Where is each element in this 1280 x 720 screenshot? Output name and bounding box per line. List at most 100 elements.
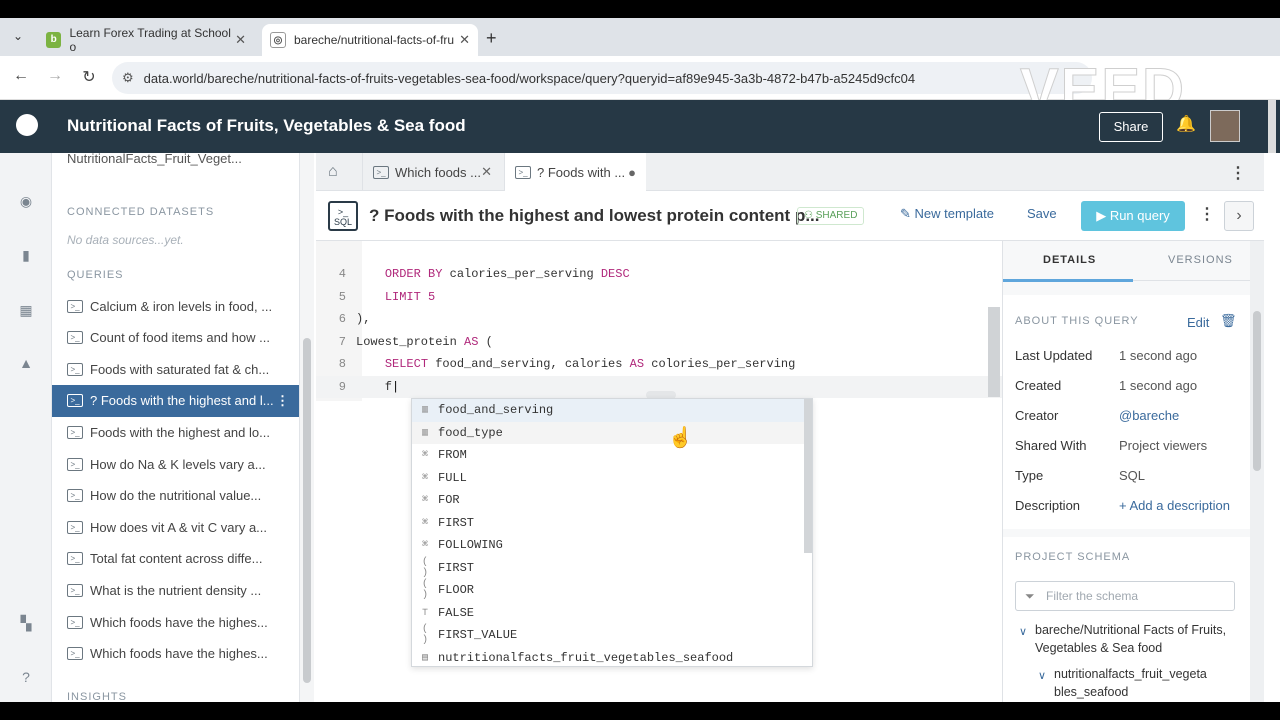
sidebar-query-item[interactable]: >_ Foods with the highest and lo... (52, 416, 299, 448)
sidebar-query-item[interactable]: >_ Which foods have the highes... (52, 638, 299, 670)
avatar[interactable] (1210, 110, 1240, 142)
scrollbar-thumb[interactable] (303, 338, 311, 683)
autocomplete-option[interactable]: ⌘ FOR (412, 489, 804, 512)
property-key: Creator (1015, 408, 1059, 423)
schema-root-dataset[interactable]: ∨ bareche/Nutritional Facts of Fruits, Ve… (1019, 621, 1226, 657)
forward-arrow-icon[interactable]: → (44, 67, 66, 85)
sidebar-scrollbar[interactable] (300, 153, 314, 702)
page-scrollbar[interactable] (1268, 100, 1276, 153)
option-label: FROM (438, 448, 467, 463)
more-options-icon[interactable]: ⋮ (1230, 163, 1246, 183)
browser-tab-dataworld[interactable]: ◎ bareche/nutritional-facts-of-fru ✕ (262, 24, 478, 56)
apps-icon[interactable]: ▚ (18, 615, 34, 631)
query-icon: >_ (67, 425, 83, 439)
schema-filter-input[interactable]: ⏷ Filter the schema (1015, 581, 1235, 611)
sidebar-query-item[interactable]: >_ How does vit A & vit C vary a... (52, 511, 299, 543)
run-query-button[interactable]: ▶ Run query (1081, 201, 1185, 231)
autocomplete-scrollbar[interactable] (804, 399, 812, 553)
code-line[interactable]: 5 LIMIT 5 (316, 286, 1002, 308)
query-options-icon[interactable]: ⋮ (276, 393, 289, 409)
more-options-icon[interactable]: ⋮ (1199, 204, 1215, 224)
sidebar-query-item[interactable]: >_ ? Foods with the highest and l... ⋮ (52, 384, 299, 417)
tab-details[interactable]: DETAILS (1043, 254, 1096, 266)
back-arrow-icon[interactable]: ← (10, 67, 32, 85)
scrollbar-thumb[interactable] (1253, 311, 1261, 471)
save-button[interactable]: Save (1027, 206, 1057, 221)
sidebar-query-item[interactable]: >_ How do the nutritional value... (52, 480, 299, 512)
share-button[interactable]: Share (1099, 112, 1163, 142)
property-value[interactable]: @bareche (1119, 408, 1179, 423)
sidebar-query-item[interactable]: >_ How do Na & K levels vary a... (52, 448, 299, 480)
text-caret: | (392, 379, 400, 394)
project-title[interactable]: Nutritional Facts of Fruits, Vegetables … (67, 116, 466, 136)
autocomplete-option[interactable]: ( ) FIRST (412, 557, 804, 580)
close-icon[interactable]: ✕ (481, 164, 492, 180)
close-tab-icon[interactable]: ✕ (235, 32, 246, 48)
autocomplete-option[interactable]: ⊤ FALSE (412, 602, 804, 625)
no-data-sources-text: No data sources...yet. (67, 233, 184, 247)
editor-tab-which-foods[interactable]: >_ Which foods ... ✕ (362, 153, 502, 191)
trash-icon[interactable]: 🗑 (1220, 313, 1237, 329)
dataworld-owl-logo-icon[interactable] (16, 114, 38, 136)
home-icon[interactable]: ⌂ (328, 163, 338, 181)
sidebar-query-item[interactable]: >_ Foods with saturated fat & ch... (52, 353, 299, 385)
autocomplete-dropdown[interactable]: ▥ food_and_serving ▥ food_type ⌘ FROM ⌘ FULL ⌘ FO… (411, 398, 813, 667)
help-icon[interactable]: ? (18, 669, 34, 685)
close-tab-icon[interactable]: ✕ (459, 32, 470, 48)
sidebar-query-item[interactable]: >_ Which foods have the highes... (52, 606, 299, 638)
reload-icon[interactable]: ↻ (78, 67, 100, 87)
browser-tab-forex[interactable]: b Learn Forex Trading at School o ✕ (38, 24, 254, 56)
tab-search-chevron-icon[interactable]: ⌄ (8, 26, 28, 46)
chevron-down-icon[interactable]: ∨ (1019, 623, 1027, 641)
add-description-link[interactable]: + Add a description (1119, 498, 1230, 513)
autocomplete-option[interactable]: ▥ food_type (412, 421, 804, 444)
code-line[interactable]: 6), (316, 308, 1002, 330)
browser-tab-label: Learn Forex Trading at School o (69, 26, 231, 54)
expand-panel-chevron-icon[interactable]: › (1224, 201, 1254, 231)
code-line[interactable]: 4 ORDER BY calories_per_serving DESC (316, 263, 1002, 285)
autocomplete-option[interactable]: ⌘ FIRST (412, 512, 804, 535)
option-label: food_type (438, 425, 503, 440)
new-template-button[interactable]: ✎ New template (900, 206, 994, 222)
query-icon: >_ (67, 552, 83, 566)
panel-scrollbar[interactable] (1250, 241, 1264, 702)
query-icon: >_ (67, 331, 83, 345)
edit-button[interactable]: Edit (1187, 315, 1209, 330)
query-label: Count of food items and how ... (90, 330, 270, 346)
chevron-down-icon[interactable]: ∨ (1038, 667, 1046, 685)
autocomplete-option[interactable]: ( ) FIRST_VALUE (412, 624, 804, 647)
compass-icon[interactable]: ◉ (18, 193, 34, 209)
sidebar-query-item[interactable]: >_ Calcium & iron levels in food, ... (52, 290, 299, 322)
code-line[interactable]: 7 Lowest_protein AS ( (316, 331, 1002, 353)
line-number: 6 (338, 312, 346, 326)
sidebar-file-item[interactable]: NutritionalFacts_Fruit_Veget... (67, 153, 242, 166)
autocomplete-option[interactable]: ⌘ FOLLOWING (412, 534, 804, 557)
autocomplete-option[interactable]: ▥ food_and_serving (412, 399, 804, 422)
bell-icon[interactable]: 🔔 (1176, 114, 1196, 134)
unsaved-dot-icon[interactable]: ● (628, 165, 636, 180)
sidebar-query-item[interactable]: >_ Count of food items and how ... (52, 322, 299, 354)
bookmark-icon[interactable]: ▮ (18, 247, 34, 263)
query-label: How do Na & K levels vary a... (90, 456, 266, 472)
sidebar-query-item[interactable]: >_ What is the nutrient density ... (52, 574, 299, 606)
sidebar-query-item[interactable]: >_ Total fat content across diffe... (52, 543, 299, 575)
sql-keyword: AS (629, 357, 645, 371)
tab-versions[interactable]: VERSIONS (1168, 254, 1233, 266)
autocomplete-option[interactable]: ▤ nutritionalfacts_fruit_vegetables_seafo… (412, 647, 804, 670)
notification-bell-icon[interactable]: ▲ (18, 355, 34, 371)
url-field[interactable]: ⚙ data.world/bareche/nutritional-facts-o… (112, 62, 1092, 94)
autocomplete-option[interactable]: ⌘ FULL (412, 467, 804, 490)
autocomplete-option[interactable]: ⌘ FROM (412, 444, 804, 467)
autocomplete-option[interactable]: ( ) FLOOR (412, 579, 804, 602)
query-title[interactable]: ? Foods with the highest and lowest prot… (369, 206, 820, 226)
schema-table-node[interactable]: ∨ nutritionalfacts_fruit_vegeta bles_seaf… (1038, 665, 1207, 701)
sql-text: food_and_serving, calories (428, 357, 630, 371)
editor-tab-foods-with[interactable]: >_ ? Foods with ... ● (504, 153, 646, 191)
query-label: How do the nutritional value... (90, 488, 262, 504)
editor-scrollbar[interactable] (988, 307, 1000, 397)
grid-icon[interactable]: ▦ (18, 302, 34, 318)
code-line[interactable]: 8 SELECT food_and_serving, calories AS c… (316, 353, 1002, 375)
new-tab-plus-icon[interactable]: + (486, 28, 497, 49)
site-info-icon[interactable]: ⚙ (122, 70, 134, 86)
